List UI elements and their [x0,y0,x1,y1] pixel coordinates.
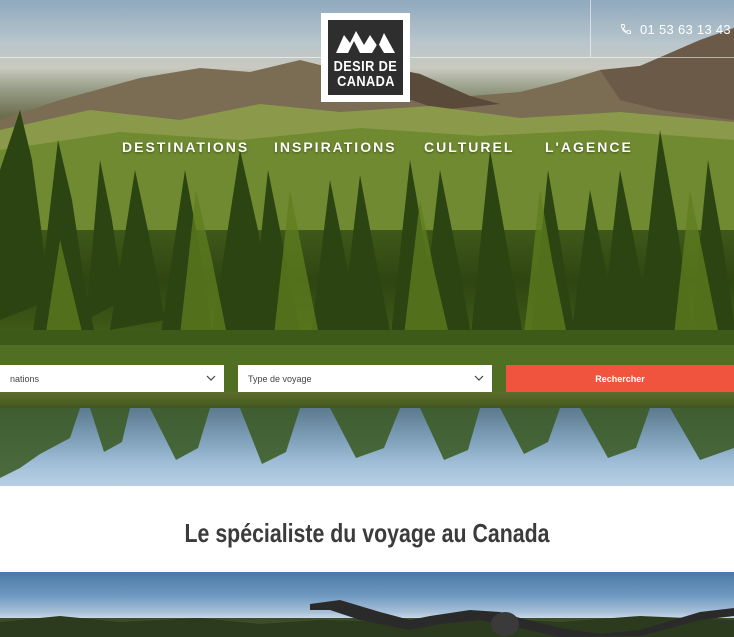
logo-text-line1: DESIR DE [333,58,398,75]
hero-banner: 01 53 63 13 43 DESIR DE CANADA DESTINATI… [0,0,734,486]
nav-inspirations[interactable]: INSPIRATIONS [274,139,397,155]
phone-icon [621,24,631,34]
phone-number[interactable]: 01 53 63 13 43 [640,22,731,37]
search-button[interactable]: Rechercher [506,365,734,392]
voyage-type-select[interactable]: Type de voyage [238,365,492,392]
nav-culturel[interactable]: CULTUREL [424,139,514,155]
nav-agence[interactable]: L'AGENCE [545,139,633,155]
page-tagline: Le spécialiste du voyage au Canada [184,518,550,548]
logo-figures-icon [336,31,395,53]
main-nav: DESTINATIONS INSPIRATIONS CULTUREL L'AGE… [0,139,734,159]
nav-destinations[interactable]: DESTINATIONS [122,139,249,155]
search-bar: nations Type de voyage Rechercher [0,365,734,392]
voyage-type-select-value: Type de voyage [248,373,312,384]
logo-text-line2: CANADA [336,73,395,90]
phone-contact[interactable]: 01 53 63 13 43 [620,20,731,38]
featured-image [0,572,734,637]
chevron-down-icon [206,375,216,381]
destination-select-value: nations [10,373,40,384]
phone-divider [590,0,591,57]
logo-mark: DESIR DE CANADA [328,20,403,95]
lake-reflection [0,408,734,486]
chevron-down-icon [474,375,484,381]
destination-select[interactable]: nations [0,365,224,392]
site-logo[interactable]: DESIR DE CANADA [321,13,410,102]
